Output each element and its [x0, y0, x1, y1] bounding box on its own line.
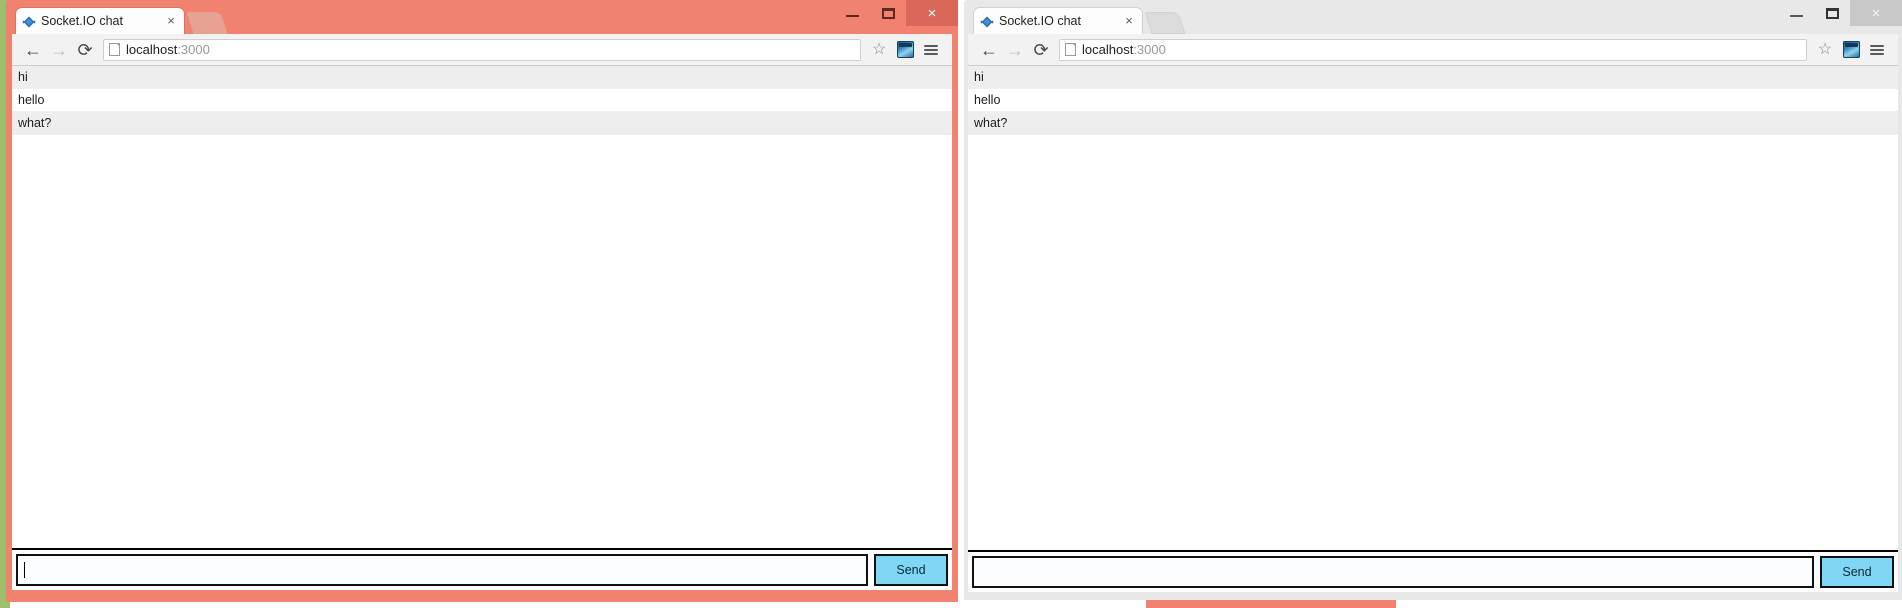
message-input[interactable] [972, 556, 1814, 588]
url-host: localhost [1082, 42, 1134, 57]
tab-title: Socket.IO chat [41, 14, 123, 29]
browser-tab[interactable]: Socket.IO chat × [16, 8, 184, 35]
minimize-icon [845, 15, 859, 17]
url-port: :3000 [177, 42, 210, 57]
page-document-icon [1065, 43, 1076, 56]
message-input[interactable] [16, 554, 868, 586]
message-list: hi hello what? [968, 66, 1898, 135]
url-host: localhost [126, 42, 178, 57]
page-viewport: hi hello what? Send [968, 66, 1898, 592]
maximize-icon [881, 7, 895, 19]
url-port: :3000 [1133, 42, 1166, 57]
new-tab-button[interactable] [1144, 12, 1186, 34]
message-list: hi hello what? [12, 66, 952, 135]
reload-button[interactable]: ⟳ [72, 37, 98, 63]
title-bar[interactable]: Socket.IO chat × × [6, 0, 958, 35]
address-bar[interactable]: localhost:3000 [1059, 38, 1807, 61]
address-bar-url: localhost:3000 [126, 42, 210, 57]
title-bar[interactable]: Socket.IO chat × × [964, 0, 1902, 35]
message-item: hello [968, 89, 1898, 112]
tab-title: Socket.IO chat [999, 14, 1081, 29]
new-tab-button[interactable] [186, 12, 228, 34]
extension-button[interactable] [892, 37, 918, 63]
socketio-favicon-icon [22, 15, 36, 29]
message-item: what? [12, 112, 952, 135]
browser-window-right[interactable]: Socket.IO chat × × ← → ⟳ localhost:3000 … [964, 0, 1902, 600]
extension-icon [896, 41, 914, 58]
desktop: Socket.IO chat × × ← → ⟳ localhost:3000 … [0, 0, 1902, 608]
maximize-button[interactable] [1814, 0, 1850, 26]
minimize-icon [1789, 15, 1803, 17]
bookmark-button[interactable]: ☆ [1812, 37, 1838, 63]
message-item: hi [12, 66, 952, 89]
window-controls: × [1778, 0, 1902, 26]
page-document-icon [109, 43, 120, 56]
maximize-icon [1825, 7, 1839, 19]
minimize-button[interactable] [834, 0, 870, 26]
close-icon: × [927, 4, 937, 22]
star-icon: ☆ [871, 40, 887, 58]
message-item: hi [968, 66, 1898, 89]
menu-icon [924, 44, 938, 55]
address-bar[interactable]: localhost:3000 [103, 38, 861, 61]
browser-toolbar: ← → ⟳ localhost:3000 ☆ [968, 34, 1898, 66]
message-item: what? [968, 112, 1898, 135]
maximize-button[interactable] [870, 0, 906, 26]
forward-button[interactable]: → [1002, 37, 1028, 63]
chat-form: Send [968, 550, 1898, 592]
minimize-button[interactable] [1778, 0, 1814, 26]
close-icon: × [1871, 4, 1881, 22]
close-button[interactable]: × [906, 0, 958, 26]
browser-tab[interactable]: Socket.IO chat × [974, 8, 1142, 35]
star-icon: ☆ [1817, 40, 1833, 58]
menu-icon [1870, 44, 1884, 55]
tab-close-icon[interactable]: × [164, 14, 178, 29]
tab-close-icon[interactable]: × [1122, 14, 1136, 29]
browser-window-left[interactable]: Socket.IO chat × × ← → ⟳ localhost:3000 … [6, 0, 958, 602]
menu-button[interactable] [1864, 37, 1890, 63]
page-viewport: hi hello what? Send [12, 66, 952, 590]
browser-toolbar: ← → ⟳ localhost:3000 ☆ [12, 34, 952, 66]
bookmark-button[interactable]: ☆ [866, 37, 892, 63]
forward-button[interactable]: → [46, 37, 72, 63]
send-button[interactable]: Send [874, 554, 948, 586]
reload-button[interactable]: ⟳ [1028, 37, 1054, 63]
extension-icon [1842, 41, 1860, 58]
address-bar-url: localhost:3000 [1082, 42, 1166, 57]
back-button[interactable]: ← [20, 37, 46, 63]
text-caret [24, 562, 25, 578]
send-button[interactable]: Send [1820, 556, 1894, 588]
chat-form: Send [12, 548, 952, 590]
window-controls: × [834, 0, 958, 26]
message-item: hello [12, 89, 952, 112]
extension-button[interactable] [1838, 37, 1864, 63]
socketio-favicon-icon [980, 15, 994, 29]
close-button[interactable]: × [1850, 0, 1902, 26]
back-button[interactable]: ← [976, 37, 1002, 63]
menu-button[interactable] [918, 37, 944, 63]
